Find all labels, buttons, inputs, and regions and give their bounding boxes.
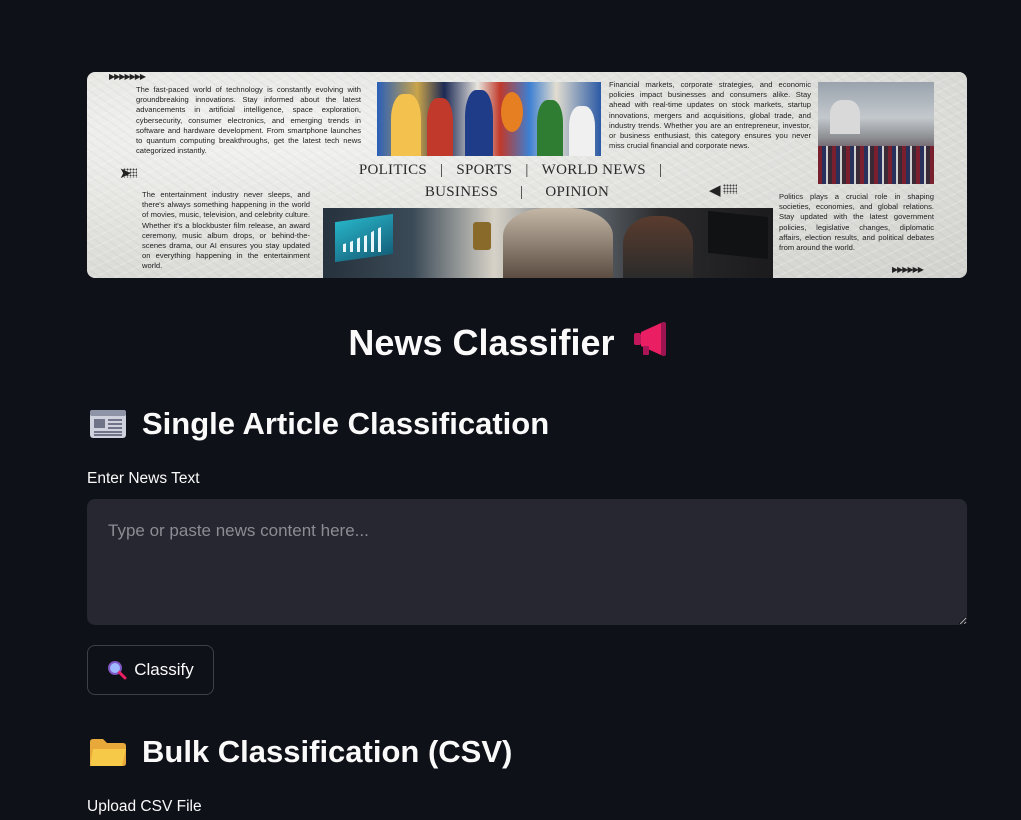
newspaper-icon (88, 407, 128, 441)
banner-text-entertainment: The entertainment industry never sleeps,… (142, 190, 310, 271)
section-heading-bulk: Bulk Classification (CSV) (88, 730, 512, 774)
arrows-decoration: ▶▶▶▶▶▶ (892, 265, 924, 274)
sports-collage-image (377, 82, 601, 156)
arrows-decoration: ▶▶▶▶▶▶▶ (109, 72, 146, 81)
category-business: BUSINESS (424, 184, 499, 200)
megaphone-icon (631, 320, 673, 371)
chevron-left-icon: ◀ (709, 182, 721, 199)
page-title-text: News Classifier (348, 322, 615, 363)
capitol-crowd-image (818, 82, 934, 184)
section-heading-bulk-text: Bulk Classification (CSV) (142, 734, 513, 769)
banner-text-politics: Politics plays a crucial role in shaping… (779, 192, 934, 253)
category-world-news: WORLD NEWS (541, 162, 646, 178)
banner-category-list: POLITICS | SPORTS | WORLD NEWS | BUSINESS | OPI… (358, 162, 663, 200)
category-politics: POLITICS (358, 162, 428, 178)
chevron-right-icon: ➤ (119, 165, 132, 182)
category-sports: SPORTS (456, 162, 513, 178)
news-text-input[interactable] (87, 499, 967, 625)
banner-text-business: Financial markets, corporate strategies,… (609, 80, 811, 151)
folder-icon (88, 735, 128, 769)
classify-button-label: Classify (134, 660, 194, 679)
section-heading-single-text: Single Article Classification (142, 406, 550, 441)
banner-text-tech: The fast-paced world of technology is co… (136, 85, 361, 156)
section-heading-single: Single Article Classification (88, 402, 549, 446)
category-opinion: OPINION (545, 184, 610, 200)
header-banner-image: ▶▶▶▶▶▶▶ ▶▶▶▶▶▶ ➤ ◀ The fast-paced world … (87, 72, 967, 278)
page-title: News Classifier (0, 318, 1021, 371)
classify-button[interactable]: Classify (87, 645, 214, 695)
office-work-image (323, 208, 773, 278)
news-text-label: Enter News Text (87, 470, 200, 487)
upload-csv-label: Upload CSV File (87, 798, 202, 815)
dots-decoration (723, 184, 737, 194)
magnifier-icon (107, 660, 127, 680)
